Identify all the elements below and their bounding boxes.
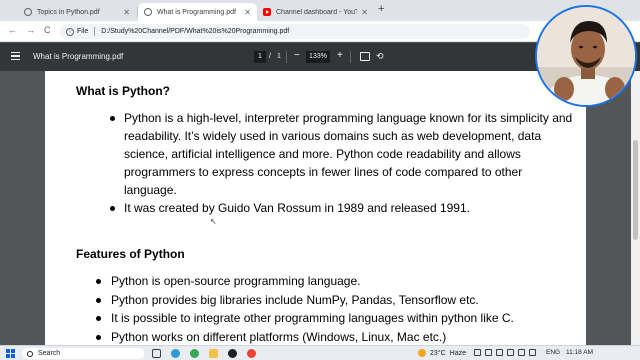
features-list: Python is open-source programming langua… [96, 272, 581, 346]
fit-page-icon[interactable] [360, 52, 370, 61]
presenter-video [537, 7, 635, 105]
weather-widget[interactable]: 23°C Haze [418, 349, 466, 357]
list-item-text: Python works on different platforms (Win… [111, 329, 447, 344]
chevron-up-icon[interactable] [474, 349, 481, 356]
close-icon[interactable]: ✕ [357, 8, 368, 17]
edge-icon[interactable] [171, 349, 180, 358]
list-item: Python works on different platforms (Win… [96, 328, 581, 346]
new-tab-button[interactable]: + [378, 3, 384, 15]
list-item-text: It was created by Guido Van Rossum in 19… [124, 201, 470, 215]
list-item-text: Python is a high-level, interpreter prog… [124, 111, 573, 197]
camera-icon[interactable] [518, 349, 525, 356]
weather-temp: 23°C [430, 349, 446, 357]
scheme-label: File [77, 28, 89, 35]
taskbar: Search 23°C Haze ENG 11:18 AM [0, 345, 640, 360]
task-view-icon[interactable] [152, 349, 161, 358]
list-item: It was created by Guido Van Rossum in 19… [110, 199, 574, 217]
divider [350, 51, 351, 63]
menu-icon[interactable] [11, 52, 20, 60]
pdf-viewer[interactable]: What is Python? Python is a high-level, … [0, 71, 640, 345]
zoom-input[interactable]: 133% [306, 51, 330, 63]
what-is-python-list: Python is a high-level, interpreter prog… [110, 109, 574, 217]
page-number-input[interactable]: 1 [254, 51, 266, 63]
search-placeholder: Search [38, 350, 61, 357]
zoom-out-button[interactable]: − [294, 50, 300, 61]
list-item: Python provides big libraries include Nu… [96, 291, 581, 310]
rotate-icon[interactable]: ⟲ [376, 51, 384, 62]
tab-title: Topics in Python.pdf [37, 8, 100, 16]
display-icon[interactable] [529, 349, 536, 356]
volume-icon[interactable] [496, 349, 503, 356]
tab-what-is-programming[interactable]: What is Programming.pdf ✕ [138, 3, 257, 21]
chrome-icon[interactable] [190, 349, 199, 358]
taskbar-search[interactable]: Search [22, 348, 144, 359]
tab-title: What is Programming.pdf [157, 8, 236, 16]
heading-features-of-python: Features of Python [76, 247, 185, 261]
bullet [96, 297, 101, 303]
bullet [96, 279, 101, 284]
globe-icon [144, 8, 152, 16]
bullet [96, 334, 101, 340]
list-item-text: Python is open-source programming langua… [111, 274, 361, 288]
bullet [96, 316, 101, 321]
back-button[interactable]: ← [8, 25, 17, 35]
list-item: It is possible to integrate other progra… [96, 309, 581, 328]
webcam-overlay [535, 5, 637, 107]
forward-button[interactable]: → [26, 25, 35, 35]
divider [286, 51, 287, 63]
close-icon[interactable]: ✕ [119, 8, 130, 17]
system-tray [474, 349, 536, 356]
search-icon [27, 350, 33, 357]
app-icon[interactable] [228, 349, 237, 358]
url-text[interactable]: D:/Study%20Channel/PDF/What%20is%20Progr… [101, 28, 289, 35]
windows-start-icon[interactable] [6, 349, 15, 358]
file-explorer-icon[interactable] [209, 349, 218, 358]
page-separator: / [269, 53, 271, 60]
info-icon[interactable]: i [66, 27, 74, 36]
sun-icon [418, 349, 426, 357]
page-total: 1 [277, 53, 281, 60]
pdf-title: What is Programming.pdf [33, 52, 124, 61]
close-icon[interactable]: ✕ [240, 8, 251, 17]
globe-icon [24, 8, 32, 16]
tab-topics-in-python[interactable]: Topics in Python.pdf ✕ [18, 3, 136, 21]
heading-what-is-python: What is Python? [76, 84, 170, 98]
youtube-icon [263, 8, 271, 16]
address-bar[interactable]: i File D:/Study%20Channel/PDF/What%20is%… [60, 24, 530, 39]
battery-icon[interactable] [507, 349, 514, 356]
weather-desc: Haze [449, 349, 466, 357]
tab-channel-dashboard[interactable]: Channel dashboard - YouTube ✕ [257, 3, 374, 21]
list-item-text: Python provides big libraries include Nu… [111, 292, 479, 307]
reload-button[interactable]: C [44, 25, 51, 35]
network-icon[interactable] [485, 349, 492, 356]
pdf-page: What is Python? Python is a high-level, … [45, 71, 586, 345]
clock[interactable]: 11:18 AM [566, 349, 593, 356]
bullet [110, 206, 115, 211]
bullet [110, 116, 115, 121]
language-indicator[interactable]: ENG [546, 349, 560, 356]
divider [94, 27, 96, 36]
mouse-cursor-icon: ↖ [210, 217, 217, 226]
list-item-text: It is possible to integrate other progra… [111, 311, 514, 325]
zoom-in-button[interactable]: + [337, 50, 343, 61]
tab-strip: Topics in Python.pdf ✕ What is Programmi… [0, 0, 640, 21]
tab-title: Channel dashboard - YouTube [276, 8, 358, 16]
scrollbar-thumb[interactable] [633, 140, 638, 240]
chrome-icon[interactable] [247, 349, 256, 358]
list-item: Python is a high-level, interpreter prog… [110, 109, 574, 199]
screen: Topics in Python.pdf ✕ What is Programmi… [0, 0, 640, 360]
list-item: Python is open-source programming langua… [96, 272, 581, 291]
